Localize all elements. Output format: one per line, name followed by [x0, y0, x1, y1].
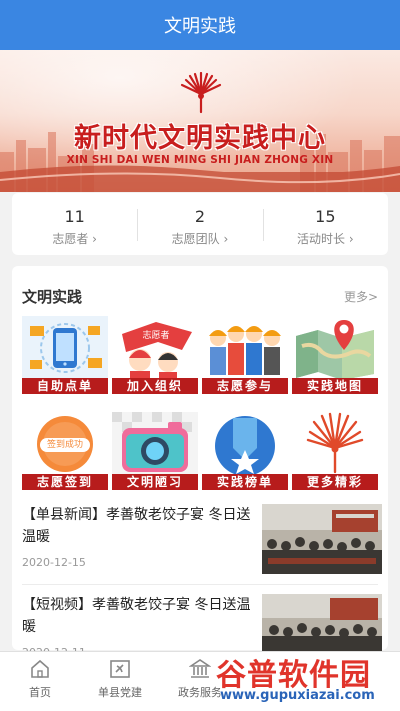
- news-item[interactable]: 【单县新闻】孝善敬老饺子宴 冬日送温暖 2020-12-15: [22, 504, 382, 582]
- tile-label: 实践榜单: [202, 474, 288, 490]
- workers-icon: [202, 316, 288, 380]
- party-emblem-icon: [80, 658, 160, 680]
- tile-label: 文明陋习: [112, 474, 198, 490]
- tile-practice-ranking[interactable]: 实践榜单: [202, 412, 288, 490]
- tab-home[interactable]: 首页: [0, 652, 80, 711]
- tile-join-org[interactable]: 志愿者 加入组织: [112, 316, 198, 394]
- tile-label: 志愿参与: [202, 378, 288, 394]
- tile-label: 自助点单: [22, 378, 108, 394]
- phone-icon: [22, 316, 108, 380]
- fan-logo-icon: [292, 412, 378, 476]
- stat-label: 志愿团队 ›: [171, 232, 229, 246]
- stat-label: 活动时长 ›: [297, 232, 354, 246]
- news-divider: [22, 584, 378, 585]
- stats-card: 11 志愿者 › 2 志愿团队 › 15 活动时长 ›: [12, 193, 388, 255]
- stat-volunteers[interactable]: 11 志愿者 ›: [12, 193, 137, 255]
- top-bar: 文明实践: [0, 0, 400, 50]
- map-pin-icon: [292, 316, 378, 380]
- tile-sign-in[interactable]: 签到成功 志愿签到: [22, 412, 108, 490]
- tile-label: 实践地图: [292, 378, 378, 394]
- stat-value: 15: [315, 207, 336, 226]
- news-title: 【单县新闻】孝善敬老饺子宴 冬日送温暖: [22, 507, 251, 545]
- news-title: 【短视频】孝善敬老饺子宴 冬日送温暖: [22, 597, 251, 635]
- banner-title: 新时代文明实践中心: [74, 123, 326, 154]
- page-title: 文明实践: [164, 16, 236, 37]
- civilization-logo-icon: [180, 72, 222, 114]
- medal-icon: [202, 412, 288, 476]
- svg-text:志愿者: 志愿者: [142, 329, 169, 341]
- signin-badge-text: 签到成功: [46, 440, 83, 450]
- stat-label: 志愿者 ›: [52, 232, 97, 246]
- more-link[interactable]: 更多>: [344, 288, 378, 305]
- watermark: 谷普软件园 www.gupuxiazai.com: [216, 650, 400, 711]
- tab-label: 单县党建: [98, 686, 142, 699]
- stat-value: 11: [64, 207, 85, 226]
- banner-pinyin: XIN SHI DAI WEN MING SHI JIAN ZHONG XIN: [66, 154, 334, 166]
- banner[interactable]: 新时代文明实践中心 XIN SHI DAI WEN MING SHI JIAN …: [0, 50, 400, 192]
- tile-volunteer-participation[interactable]: 志愿参与: [202, 316, 288, 394]
- tile-bad-habits[interactable]: 文明陋习: [112, 412, 198, 490]
- tile-practice-map[interactable]: 实践地图: [292, 316, 378, 394]
- home-icon: [0, 658, 80, 680]
- tile-label: 加入组织: [112, 378, 198, 394]
- volunteer-flag-icon: 志愿者: [112, 316, 198, 380]
- tab-party-building[interactable]: 单县党建: [80, 652, 160, 711]
- practice-section: 文明实践 更多> 自助点单 志愿者 加入组织 志愿参与 实践地图 签到成功 志愿…: [12, 266, 388, 664]
- tile-label: 志愿签到: [22, 474, 108, 490]
- stat-value: 2: [194, 207, 206, 226]
- tile-self-order[interactable]: 自助点单: [22, 316, 108, 394]
- watermark-url: www.gupuxiazai.com: [220, 688, 375, 703]
- tab-label: 首页: [29, 686, 51, 699]
- news-date: 2020-12-15: [22, 556, 86, 569]
- stat-hours[interactable]: 15 活动时长 ›: [262, 193, 388, 255]
- stat-teams[interactable]: 2 志愿团队 ›: [137, 193, 262, 255]
- news-thumbnail: [262, 504, 382, 574]
- camera-icon: [112, 412, 198, 476]
- tile-more-highlights[interactable]: 更多精彩: [292, 412, 378, 490]
- tile-label: 更多精彩: [292, 474, 378, 490]
- section-title: 文明实践: [22, 288, 83, 306]
